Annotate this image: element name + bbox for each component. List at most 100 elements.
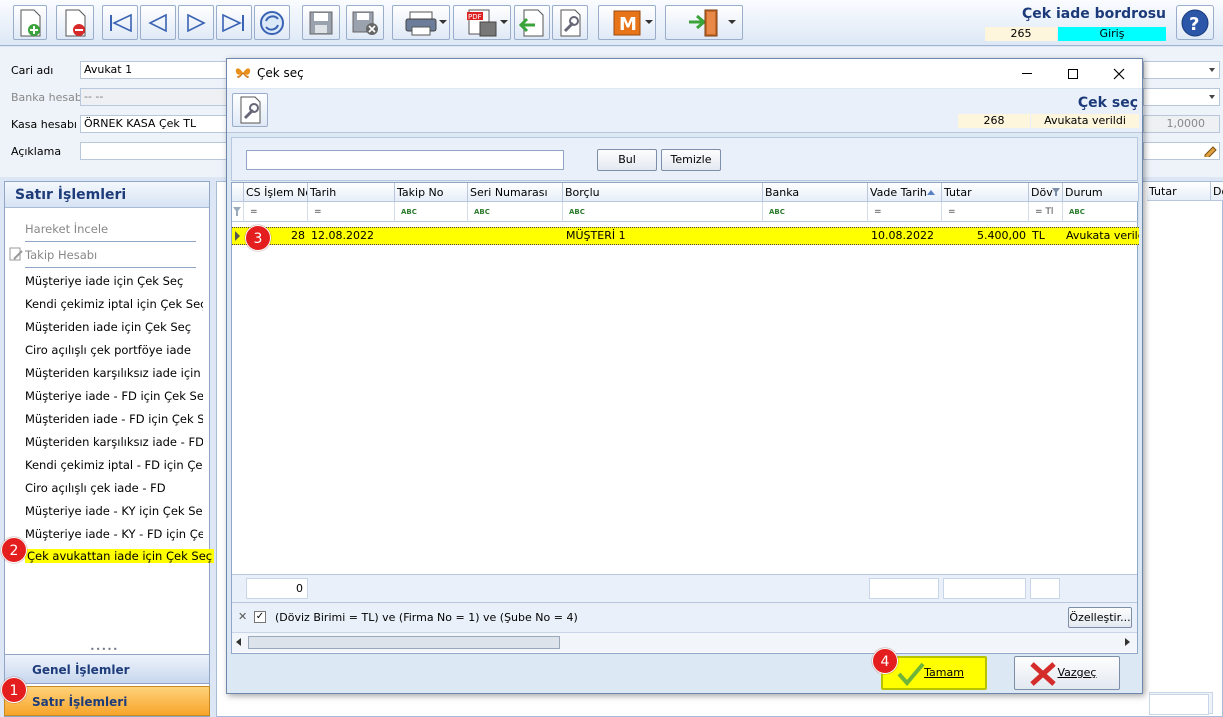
filter-text[interactable]: (Döviz Birimi = TL) ve (Firma No = 1) ve… — [275, 611, 578, 624]
scroll-left-icon[interactable] — [236, 638, 241, 646]
chevron-down-icon — [1209, 68, 1215, 72]
next-record-button[interactable] — [178, 5, 214, 40]
column-header-tutar[interactable]: Tutar — [1147, 182, 1211, 201]
save-close-button[interactable] — [346, 5, 384, 40]
filter-enabled-checkbox[interactable]: ✓ — [254, 611, 266, 623]
column-header-tutar[interactable]: Tutar — [942, 183, 1029, 202]
import-button[interactable] — [514, 5, 550, 40]
step-badge-1: 1 — [1, 677, 27, 703]
clear-filter-icon[interactable]: ✕ — [238, 610, 247, 623]
first-record-button[interactable] — [102, 5, 138, 40]
banka-field[interactable]: -- -- — [80, 88, 230, 106]
ok-button-label: Tamam — [924, 666, 964, 679]
prev-record-button[interactable] — [140, 5, 176, 40]
filter-cell[interactable]: ABC — [563, 202, 763, 222]
column-header-doviz[interactable]: Dö — [1211, 182, 1223, 201]
aciklama-field[interactable] — [80, 142, 230, 160]
customize-button[interactable]: Özelleştir... — [1068, 607, 1132, 628]
filter-cell[interactable]: ABC — [763, 202, 868, 222]
column-header-tarih[interactable]: Tarih — [308, 183, 395, 202]
maximize-button[interactable] — [1050, 59, 1096, 88]
tools-button[interactable] — [552, 5, 588, 40]
cari-field[interactable]: Avukat 1 — [80, 61, 230, 79]
help-button[interactable]: ? — [1176, 5, 1214, 40]
action-item[interactable]: Kendi çekimiz iptal - FD için Çe... — [25, 458, 203, 472]
right-combo-1[interactable] — [1143, 61, 1220, 79]
find-button[interactable]: Bul — [597, 149, 657, 171]
filter-icon[interactable] — [1052, 188, 1060, 196]
filter-cell[interactable]: = Tl — [1029, 202, 1063, 222]
column-header-cs-islem-no[interactable]: CS İşlem No — [244, 183, 308, 202]
action-item[interactable]: Müşteriden karşılıksız iade - FD i... — [25, 435, 203, 449]
new-doc-button[interactable] — [13, 5, 47, 40]
exit-dropdown-arrow[interactable] — [728, 20, 736, 24]
accordion-satir-islemleri[interactable]: Satır İşlemleri — [4, 686, 210, 716]
close-button[interactable] — [1096, 59, 1142, 88]
filter-cell[interactable]: = — [308, 202, 395, 222]
action-item[interactable]: Kendi çekimiz iptal için Çek Seç — [25, 297, 203, 311]
refresh-button[interactable] — [254, 5, 290, 40]
action-item[interactable]: Müşteriye iade - KY için Çek Seç — [25, 504, 203, 518]
action-hareket-incele[interactable]: Hareket İncele — [25, 222, 203, 236]
column-header-seri-no[interactable]: Seri Numarası — [468, 183, 563, 202]
splitter-grip[interactable]: ••••• — [90, 645, 119, 654]
last-record-button[interactable] — [216, 5, 252, 40]
kasa-field[interactable]: ÖRNEK KASA Çek TL — [80, 115, 230, 133]
dialog-tools-button[interactable] — [232, 93, 268, 127]
dialog-header: Çek seç 268 Avukata verildi — [227, 89, 1142, 133]
minimize-button[interactable] — [1004, 59, 1050, 88]
column-header-banka[interactable]: Banka — [763, 183, 868, 202]
footer-cell — [943, 578, 1026, 599]
filter-cell[interactable]: = — [868, 202, 942, 222]
print-dropdown-arrow[interactable] — [439, 20, 447, 24]
action-cek-avukattan-iade[interactable]: Çek avukattan iade için Çek Seç — [25, 549, 215, 563]
exit-button[interactable] — [665, 5, 743, 40]
accordion-genel-islemler[interactable]: Genel İşlemler — [4, 654, 210, 684]
dialog-header-title: Çek seç — [1077, 95, 1138, 111]
sort-asc-icon — [927, 190, 935, 195]
column-header-takip-no[interactable]: Takip No — [395, 183, 468, 202]
action-takip-hesabi[interactable]: Takip Hesabı — [25, 248, 203, 262]
delete-doc-button[interactable] — [56, 5, 94, 40]
pdf-button[interactable]: PDF — [453, 5, 511, 40]
m-dropdown-arrow[interactable] — [645, 20, 653, 24]
cek-grid: CS İşlem No Tarih Takip No Seri Numarası… — [231, 182, 1139, 654]
action-item[interactable]: Ciro açılışlı çek portföye iade — [25, 343, 203, 357]
filter-cell[interactable]: ABC — [1063, 202, 1139, 222]
clear-button[interactable]: Temizle — [661, 149, 721, 171]
divider — [25, 241, 196, 242]
scrollbar-thumb[interactable] — [248, 636, 560, 649]
print-button[interactable] — [392, 5, 450, 40]
pdf-dropdown-arrow[interactable] — [500, 20, 508, 24]
filter-cell[interactable]: ABC — [468, 202, 563, 222]
m-module-button[interactable]: M — [598, 5, 656, 40]
right-combo-2[interactable] — [1143, 88, 1220, 106]
column-header-durum[interactable]: Durum — [1063, 183, 1139, 202]
filter-cell[interactable]: = — [244, 202, 308, 222]
action-item[interactable]: Müşteriye iade - KY - FD için Çe... — [25, 527, 203, 541]
column-header-borclu[interactable]: Borçlu — [563, 183, 763, 202]
minimize-icon — [1022, 73, 1032, 74]
svg-text:PDF: PDF — [468, 13, 482, 21]
horizontal-scrollbar[interactable] — [232, 632, 1137, 652]
filter-cell[interactable]: = — [942, 202, 1029, 222]
save-button[interactable] — [302, 5, 340, 40]
step-badge-3: 3 — [245, 225, 271, 251]
action-item[interactable]: Müşteriden karşılıksız iade için ... — [25, 366, 203, 380]
cancel-button[interactable]: Vazgeç — [1014, 656, 1120, 690]
filter-cell[interactable]: ABC — [395, 202, 468, 222]
maximize-icon — [1068, 68, 1078, 79]
action-item[interactable]: Müşteriden iade için Çek Seç — [25, 320, 203, 334]
action-item[interactable]: Ciro açılışlı çek iade - FD — [25, 481, 203, 495]
rate-field[interactable]: 1,0000 — [1143, 115, 1220, 133]
row-indicator-header — [232, 183, 244, 202]
aciklama-right-field[interactable] — [1143, 142, 1220, 160]
svg-text:M: M — [619, 14, 637, 35]
action-item[interactable]: Müşteriye iade için Çek Seç — [25, 274, 203, 288]
svg-text:?: ? — [1189, 14, 1199, 35]
step-badge-2: 2 — [1, 537, 27, 563]
search-input[interactable] — [246, 150, 564, 170]
action-item[interactable]: Müşteriye iade - FD için Çek Seç — [25, 389, 203, 403]
action-item[interactable]: Müşteriden iade - FD için Çek Seç — [25, 412, 203, 426]
scroll-right-icon[interactable] — [1125, 638, 1130, 646]
